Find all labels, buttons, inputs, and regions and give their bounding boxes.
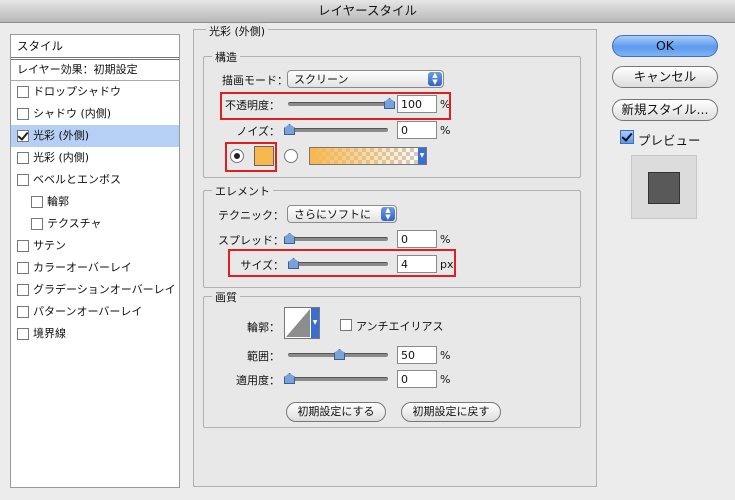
window-title: レイヤースタイル bbox=[0, 0, 735, 23]
checkbox-icon[interactable] bbox=[17, 328, 29, 340]
checkbox-icon[interactable] bbox=[17, 284, 29, 296]
quality-title: 画質 bbox=[212, 289, 240, 305]
make-default-button[interactable]: 初期設定にする bbox=[286, 402, 386, 422]
checkbox-checked-icon[interactable] bbox=[17, 130, 29, 142]
range-unit: % bbox=[440, 349, 451, 362]
checkbox-icon[interactable] bbox=[17, 86, 29, 98]
checkbox-icon[interactable] bbox=[17, 306, 29, 318]
style-item-drop-shadow[interactable]: ドロップシャドウ bbox=[11, 81, 179, 103]
technique-label: テクニック： bbox=[218, 209, 284, 222]
preview-checkbox[interactable] bbox=[620, 130, 634, 144]
jitter-input[interactable]: 0 bbox=[397, 370, 437, 388]
range-slider-thumb[interactable] bbox=[334, 349, 345, 360]
style-item-outer-glow[interactable]: 光彩 (外側) bbox=[11, 125, 179, 147]
checkbox-icon[interactable] bbox=[17, 174, 29, 186]
contour-picker[interactable]: ▼ bbox=[284, 307, 320, 339]
outer-glow-panel: 光彩 (外側) 構造 描画モード： スクリーン ▲ ▼ 不透明度： 100 % ノ… bbox=[193, 23, 597, 487]
elements-title: エレメント bbox=[212, 183, 273, 199]
preview-square bbox=[648, 172, 680, 204]
glow-gradient-picker[interactable]: ▼ bbox=[309, 147, 427, 165]
preview-label: プレビュー bbox=[638, 133, 701, 148]
noise-slider-thumb[interactable] bbox=[284, 124, 295, 135]
cancel-button[interactable]: キャンセル bbox=[612, 66, 718, 88]
jitter-slider-thumb[interactable] bbox=[284, 373, 295, 384]
gradient-radio[interactable] bbox=[284, 149, 298, 163]
style-list: スタイル レイヤー効果：初期設定 ドロップシャドウ シャドウ (内側) 光彩 (… bbox=[10, 34, 180, 488]
spread-slider-thumb[interactable] bbox=[284, 233, 295, 244]
range-label: 範囲： bbox=[247, 350, 280, 363]
style-item-pattern-overlay[interactable]: パターンオーバーレイ bbox=[11, 301, 179, 323]
blend-mode-label: 描画モード： bbox=[222, 74, 288, 87]
ok-button[interactable]: OK bbox=[612, 35, 718, 57]
noise-unit: % bbox=[440, 124, 451, 137]
structure-title: 構造 bbox=[212, 49, 240, 65]
preview-thumbnail bbox=[631, 155, 697, 219]
style-item-bevel-emboss[interactable]: ベベルとエンボス bbox=[11, 169, 179, 191]
checkbox-icon[interactable] bbox=[31, 196, 43, 208]
noise-input[interactable]: 0 bbox=[397, 121, 437, 139]
updown-arrow-icon: ▲ ▼ bbox=[381, 207, 395, 221]
spread-unit: % bbox=[440, 233, 451, 246]
jitter-unit: % bbox=[440, 373, 451, 386]
jitter-label: 適用度： bbox=[236, 374, 280, 387]
dropdown-arrow-icon: ▼ bbox=[311, 308, 319, 338]
color-highlight bbox=[225, 142, 277, 172]
checkbox-icon[interactable] bbox=[31, 218, 43, 230]
panel-title: 光彩 (外側) bbox=[206, 23, 269, 39]
size-highlight bbox=[228, 249, 456, 277]
quality-group: 画質 輪郭： ▼ アンチエイリアス 範囲： 50 % 適用度： 0 % bbox=[203, 289, 581, 428]
style-item-inner-glow[interactable]: 光彩 (内側) bbox=[11, 147, 179, 169]
style-item-texture[interactable]: テクスチャ bbox=[11, 213, 179, 235]
updown-arrow-icon: ▲ ▼ bbox=[428, 72, 442, 86]
antialias-checkbox[interactable] bbox=[340, 319, 352, 331]
style-item-satin[interactable]: サテン bbox=[11, 235, 179, 257]
technique-select[interactable]: さらにソフトに ▲ ▼ bbox=[287, 205, 397, 223]
checkbox-icon[interactable] bbox=[17, 108, 29, 120]
checkbox-icon[interactable] bbox=[17, 262, 29, 274]
spread-label: スプレッド： bbox=[218, 234, 284, 247]
opacity-highlight bbox=[220, 92, 451, 120]
style-item-color-overlay[interactable]: カラーオーバーレイ bbox=[11, 257, 179, 279]
reset-default-button[interactable]: 初期設定に戻す bbox=[401, 402, 501, 422]
noise-label: ノイズ： bbox=[236, 125, 280, 138]
contour-curve-icon bbox=[286, 309, 310, 337]
range-input[interactable]: 50 bbox=[397, 346, 437, 364]
style-item-gradient-overlay[interactable]: グラデーションオーバーレイ bbox=[11, 279, 179, 301]
antialias-label: アンチエイリアス bbox=[356, 320, 444, 333]
spread-slider[interactable] bbox=[288, 237, 388, 241]
checkbox-icon[interactable] bbox=[17, 240, 29, 252]
dropdown-arrow-icon: ▼ bbox=[418, 148, 426, 164]
spread-input[interactable]: 0 bbox=[397, 230, 437, 248]
noise-slider[interactable] bbox=[288, 128, 388, 132]
blending-options-item[interactable]: レイヤー効果：初期設定 bbox=[11, 60, 179, 81]
style-list-header[interactable]: スタイル bbox=[11, 35, 179, 60]
checkbox-icon[interactable] bbox=[17, 152, 29, 164]
new-style-button[interactable]: 新規スタイル... bbox=[612, 99, 718, 121]
jitter-slider[interactable] bbox=[288, 377, 388, 381]
style-item-inner-shadow[interactable]: シャドウ (内側) bbox=[11, 103, 179, 125]
contour-label: 輪郭： bbox=[247, 321, 280, 334]
style-item-contour[interactable]: 輪郭 bbox=[11, 191, 179, 213]
style-item-stroke[interactable]: 境界線 bbox=[11, 323, 179, 345]
blend-mode-select[interactable]: スクリーン ▲ ▼ bbox=[287, 70, 444, 88]
